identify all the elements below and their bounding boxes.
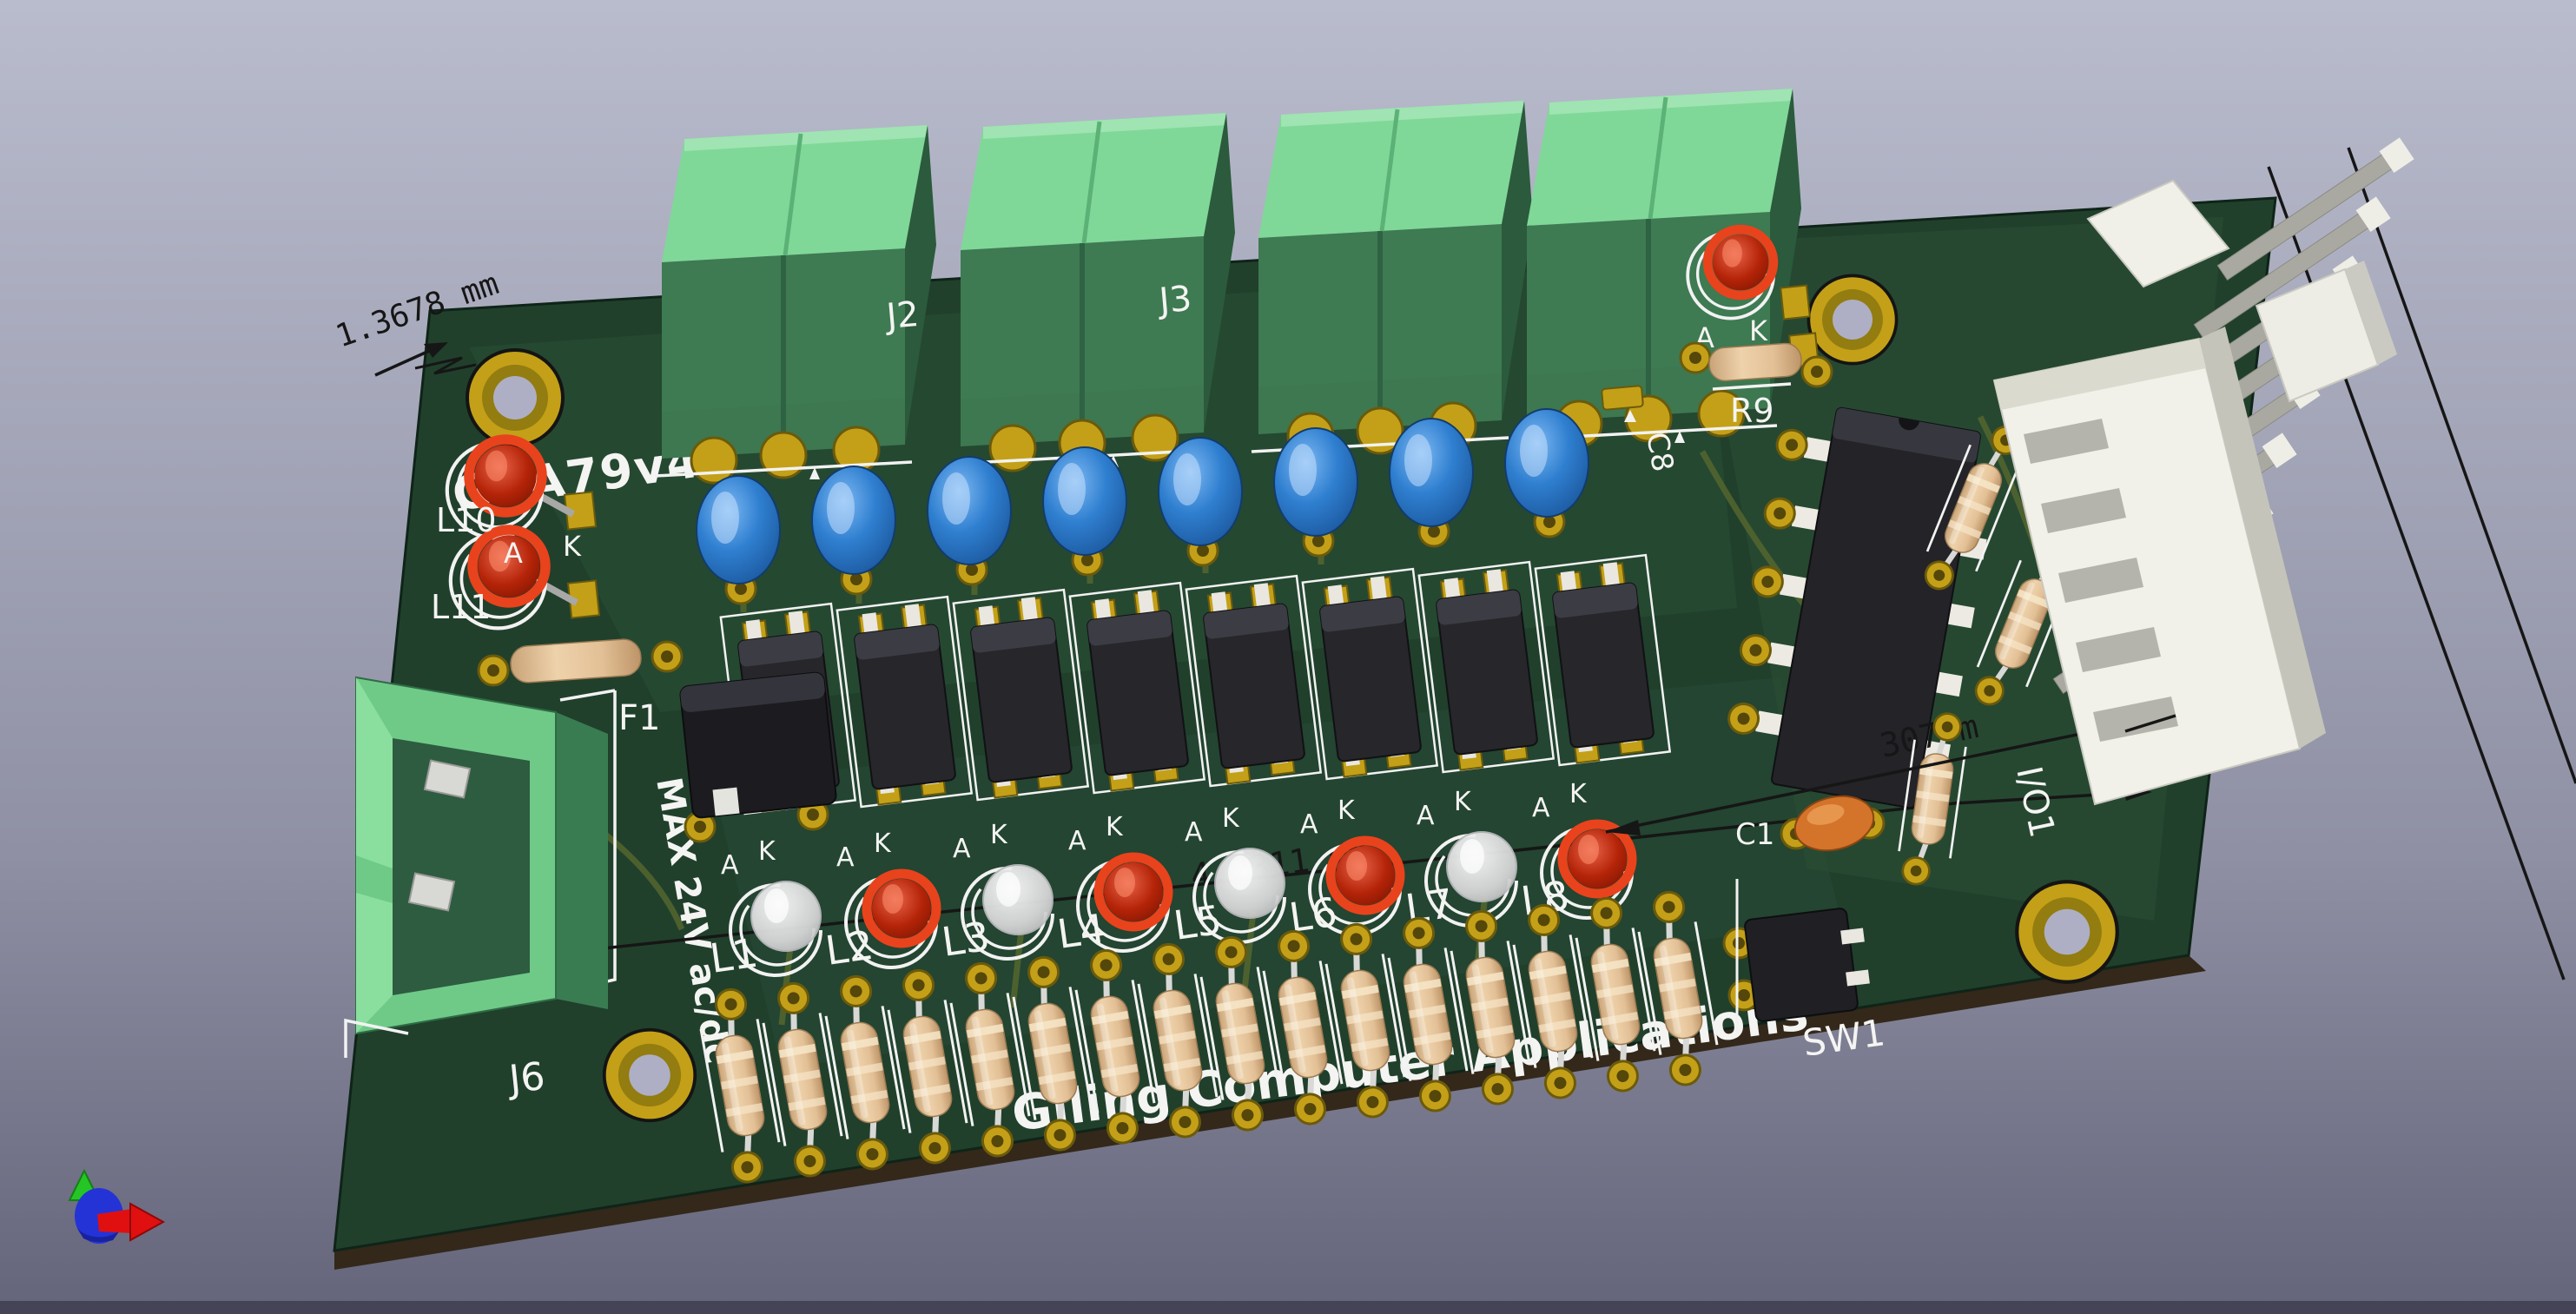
refdes-led: L5 (1171, 896, 1225, 949)
refdes-led: L1 (707, 929, 761, 982)
mounting-hole (1808, 275, 1896, 363)
refdes-c1: C1 (1735, 817, 1774, 852)
pin-k-label: K (1222, 803, 1240, 834)
refdes-r9: R9 (1730, 392, 1774, 430)
refdes-led: L2 (822, 921, 876, 974)
pin-a-label: A (836, 842, 855, 873)
pin-a-label: A (504, 537, 523, 570)
refdes-l10: L10 (436, 501, 497, 539)
c8-label: C8 (1639, 430, 1680, 475)
pin-a-label: A (721, 850, 739, 881)
refdes-led: L4 (1054, 905, 1108, 958)
pin-a-label: A (1185, 817, 1203, 848)
pcb-3d-viewport[interactable]: GCA79v4 Giling Computer Applications MAX… (0, 0, 2576, 1314)
pin-a-label: A (1532, 793, 1550, 823)
pin-a-label: A (1068, 826, 1087, 856)
refdes-f1: F1 (618, 698, 660, 738)
mounting-hole (467, 350, 563, 446)
pin-k-label: K (563, 530, 582, 563)
mounting-hole (2017, 882, 2117, 982)
pin-k-label: K (874, 829, 892, 859)
terminal-block-j4 (1252, 101, 1533, 459)
refdes-j3: J3 (1155, 279, 1193, 321)
pin-a-label: A (1417, 801, 1435, 831)
bottom-bar (0, 1301, 2576, 1314)
pin-k-label: K (1749, 314, 1768, 347)
pin-k-label: K (1338, 796, 1356, 826)
pin-a-label: A (1300, 809, 1318, 840)
refdes-l11: L11 (431, 588, 492, 626)
mounting-hole (604, 1030, 696, 1121)
pin-k-label: K (758, 836, 776, 867)
pin-k-label: K (1569, 779, 1588, 809)
pcb-3d-viewer: GCA79v4 Giling Computer Applications MAX… (0, 0, 2576, 1314)
refdes-led: L3 (939, 913, 993, 966)
pin-k-label: K (1454, 787, 1472, 817)
pin-k-label: K (1106, 812, 1124, 842)
pin-a-label: A (953, 834, 971, 864)
refdes-j6: J6 (505, 1054, 547, 1102)
pin-k-label: K (990, 820, 1008, 850)
terminal-block-j3 (954, 113, 1235, 471)
refdes-j2: J2 (882, 294, 921, 337)
